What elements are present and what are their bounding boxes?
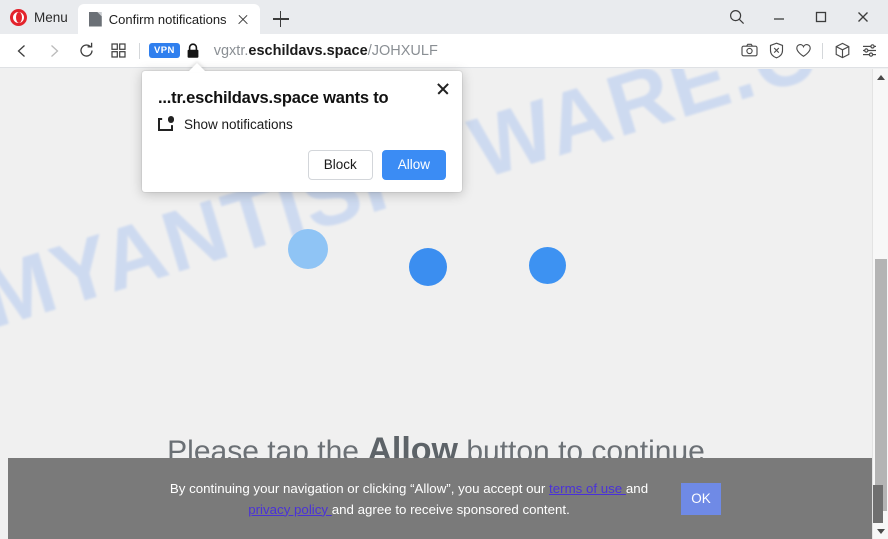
tab-title: Confirm notifications [108, 11, 227, 27]
url-prefix: vgxtr. [213, 42, 249, 59]
page-icon [89, 12, 102, 27]
consent-text-part3: and agree to receive sponsored content. [331, 501, 570, 517]
loading-dot-3 [529, 247, 566, 284]
lock-icon[interactable] [180, 37, 206, 65]
speed-dial-button[interactable] [102, 37, 134, 65]
tab-close-icon[interactable] [234, 10, 252, 28]
consent-banner-text: By continuing your navigation or clickin… [159, 478, 659, 520]
url-path: /JOHXULF [367, 42, 438, 59]
tab-strip: Menu Confirm notifications [0, 0, 888, 34]
opera-logo-icon [10, 8, 27, 26]
scrollbar-thumb[interactable] [875, 259, 887, 511]
opera-menu-button[interactable]: Menu [0, 0, 78, 34]
back-button[interactable] [6, 37, 38, 65]
consent-text-part1: By continuing your navigation or clickin… [169, 480, 550, 496]
url-input[interactable]: vgxtr. eschildavs.space/JOHXULF [206, 37, 736, 65]
terms-of-use-link[interactable]: terms of use [549, 481, 626, 496]
allow-button[interactable]: Allow [381, 150, 446, 181]
toolbar-divider-right [822, 42, 823, 59]
vpn-badge[interactable]: VPN [149, 43, 180, 58]
camera-icon[interactable] [736, 37, 762, 65]
reload-button[interactable] [70, 37, 102, 65]
address-bar: VPN vgxtr. eschildavs.space/JOHXULF [0, 34, 888, 68]
url-host: eschildavs.space [248, 42, 368, 59]
maximize-icon[interactable] [802, 2, 840, 32]
loading-dot-2 [409, 248, 447, 286]
scrollbar-corner [873, 485, 883, 523]
forward-button[interactable] [38, 37, 70, 65]
loading-dot-1 [288, 229, 328, 269]
heart-icon[interactable] [790, 37, 816, 65]
consent-text-part2: and [625, 480, 649, 496]
dialog-close-icon[interactable] [433, 79, 453, 99]
dialog-permission-label: Show notifications [184, 117, 293, 132]
close-icon[interactable] [844, 2, 882, 32]
consent-banner: By continuing your navigation or clickin… [8, 458, 872, 539]
block-button[interactable]: Block [307, 150, 373, 181]
loading-dots [0, 229, 872, 309]
dialog-title: ...tr.eschildavs.space wants to [158, 89, 389, 107]
page-scrollbar[interactable] [872, 69, 888, 539]
privacy-policy-link[interactable]: privacy policy [248, 502, 332, 517]
window-controls [718, 0, 888, 34]
minimize-icon[interactable] [760, 2, 798, 32]
sliders-icon[interactable] [856, 37, 882, 65]
search-icon[interactable] [718, 2, 756, 32]
tab-confirm-notifications[interactable]: Confirm notifications [77, 4, 260, 34]
scroll-down-icon[interactable] [873, 523, 888, 539]
notification-permission-dialog: ...tr.eschildavs.space wants to Show not… [142, 71, 462, 193]
shield-x-icon[interactable] [763, 37, 789, 65]
notification-permission-icon [158, 116, 174, 132]
consent-ok-button[interactable]: OK [681, 482, 721, 515]
dialog-actions: Block Allow [158, 150, 446, 181]
cube-icon[interactable] [829, 37, 855, 65]
scroll-up-icon[interactable] [873, 69, 888, 85]
dialog-permission-row: Show notifications [158, 116, 446, 132]
toolbar-right-icons [736, 37, 882, 65]
new-tab-button[interactable] [266, 4, 296, 34]
browser-window: Menu Confirm notifications VPN vgxtr. es… [0, 0, 888, 539]
menu-label: Menu [34, 9, 68, 25]
toolbar-divider [139, 42, 140, 59]
